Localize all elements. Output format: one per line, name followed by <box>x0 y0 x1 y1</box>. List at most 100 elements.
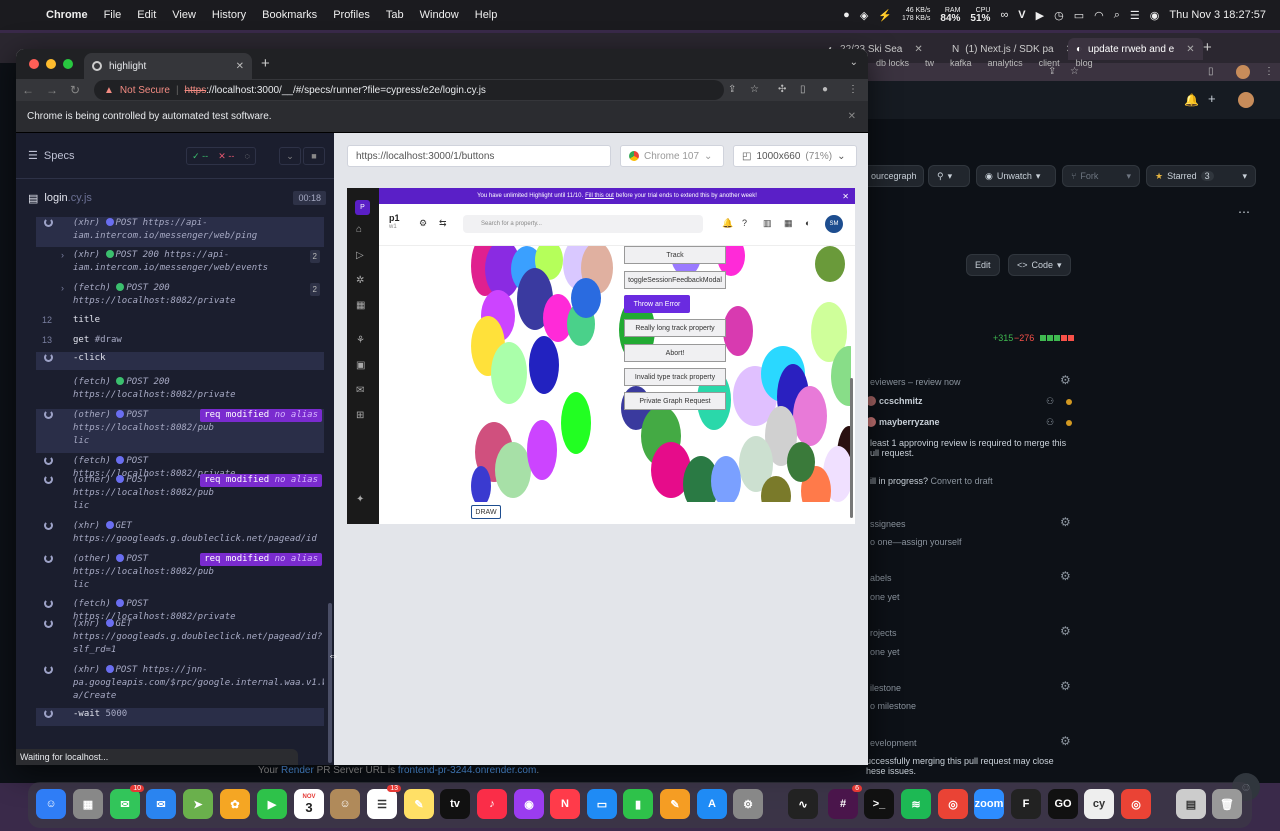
reviewers-heading[interactable]: eviewers – review now <box>870 377 961 387</box>
bookmark-kafka[interactable]: kafka <box>950 58 972 68</box>
command-row[interactable]: (other) POST https://localhost:8082/pub l… <box>36 553 324 597</box>
request-review-icon[interactable]: ⚇ <box>1046 396 1054 407</box>
network-stats[interactable]: 46 KB/s 178 KB/s <box>902 7 930 23</box>
command-row[interactable]: (xhr) GET https://googleads.g.doubleclic… <box>36 618 324 662</box>
command-row[interactable]: -click <box>36 352 324 370</box>
tab-search-icon[interactable]: ⌄ <box>850 57 858 68</box>
expand-caret-icon[interactable]: › <box>61 282 64 295</box>
back-icon[interactable]: ← <box>16 83 40 97</box>
home-icon[interactable]: ⌂ <box>356 224 362 235</box>
development-heading[interactable]: evelopment <box>870 738 917 748</box>
command-row[interactable]: 12 title <box>36 314 324 330</box>
extensions-icon[interactable]: ✣ <box>778 84 786 95</box>
gear-icon[interactable]: ⚙ <box>1060 373 1071 387</box>
edit-button[interactable]: Edit <box>966 254 1000 276</box>
user-avatar[interactable]: SM <box>825 215 843 233</box>
gear-icon[interactable]: ⚙ <box>1060 569 1071 583</box>
close-infobar-icon[interactable]: ✕ <box>848 111 856 122</box>
launchpad-icon[interactable]: ▦ <box>73 789 103 819</box>
chrome-icon[interactable]: ◎ <box>938 789 968 819</box>
podcasts-icon[interactable]: ◉ <box>514 789 544 819</box>
app-button-track[interactable]: Track <box>624 246 726 264</box>
sidebar-icon[interactable]: ▯ <box>800 84 806 95</box>
bookmark-db-locks[interactable]: db locks <box>876 58 909 68</box>
contacts-icon[interactable]: ☺ <box>330 789 360 819</box>
app-store-icon[interactable]: A <box>697 789 727 819</box>
spec-file-header[interactable]: ▤ login.cy.js 00:18 <box>16 179 334 217</box>
music-icon[interactable]: ♪ <box>477 789 507 819</box>
share-icon[interactable]: ⇪ <box>728 84 736 95</box>
numbers-icon[interactable]: ▮ <box>623 789 653 819</box>
gear-icon[interactable]: ⚙ <box>1060 624 1071 638</box>
dark-mode-icon[interactable]: ◐ <box>805 218 810 228</box>
battery-icon[interactable]: ▭ <box>1074 9 1084 22</box>
command-row[interactable]: (fetch) POST https://localhost:8082/priv… <box>36 455 324 479</box>
sparkle-icon[interactable]: ✦ <box>356 494 364 505</box>
maps-icon[interactable]: ➤ <box>183 789 213 819</box>
request-review-icon[interactable]: ⚇ <box>1046 417 1054 428</box>
address-bar[interactable]: ▲ Not Secure | https://localhost:3000/__… <box>94 80 724 100</box>
command-row[interactable]: (xhr) POST https://api-iam.intercom.io/m… <box>36 217 324 247</box>
command-row[interactable]: 13 get #draw <box>36 334 324 350</box>
app-button-abort-[interactable]: Abort! <box>624 344 726 362</box>
assignees-value[interactable]: o one—assign yourself <box>870 537 962 547</box>
calendar-icon[interactable]: NOV 3 <box>294 789 324 819</box>
search-icon[interactable]: ⌕ <box>1114 9 1120 22</box>
app-scrollbar[interactable] <box>850 378 853 518</box>
fill-this-out-link[interactable]: Fill this out <box>585 193 614 199</box>
close-banner-icon[interactable]: ✕ <box>842 192 849 201</box>
bell-icon[interactable]: 🔔 <box>1184 93 1199 107</box>
gear-icon[interactable]: ⚙ <box>1060 679 1071 693</box>
bookmark-star-icon[interactable]: ☆ <box>750 84 759 95</box>
app-logo[interactable]: P <box>355 200 370 215</box>
tab-highlight[interactable]: highlight ✕ <box>84 53 252 79</box>
app-button-invalid-type-track-property[interactable]: Invalid type track property <box>624 368 726 386</box>
command-row[interactable]: (fetch) POST https://localhost:8082/priv… <box>36 598 324 622</box>
menu-profiles[interactable]: Profiles <box>325 9 378 21</box>
menu-edit[interactable]: Edit <box>129 9 164 21</box>
spotify-icon[interactable]: ≋ <box>901 789 931 819</box>
gear-icon[interactable]: ⚙ <box>1060 515 1071 529</box>
reminders-icon[interactable]: ☰ 13 <box>367 785 401 819</box>
news-icon[interactable]: N <box>550 789 580 819</box>
reviewer-mayberryzane[interactable]: mayberryzane <box>866 417 940 427</box>
bookmark-tw[interactable]: tw <box>925 58 934 68</box>
ram-stat[interactable]: RAM 84% <box>940 7 960 24</box>
reload-icon[interactable]: ↻ <box>64 83 86 97</box>
command-row[interactable]: (other) POST https://localhost:8082/pub l… <box>36 474 324 518</box>
bolt-icon[interactable]: ⚡ <box>878 9 892 22</box>
zoom-window-button[interactable] <box>63 59 73 69</box>
calendar-icon[interactable]: ▦ <box>784 218 793 229</box>
command-row[interactable]: -wait 5000 <box>36 708 324 726</box>
clock-icon[interactable]: ◷ <box>1054 9 1064 22</box>
bookmark-analytics[interactable]: analytics <box>988 58 1023 68</box>
reviewer-ccschmitz[interactable]: ccschmitz <box>866 396 923 406</box>
control-center-icon[interactable]: ☰ <box>1130 9 1140 22</box>
command-row[interactable]: (fetch) POST 200 https://localhost:8082/… <box>36 376 324 406</box>
close-window-button[interactable] <box>29 59 39 69</box>
render-link[interactable]: Render <box>281 765 314 776</box>
cpu-stat[interactable]: CPU 51% <box>970 7 990 24</box>
app-button-throw-an-error[interactable]: Throw an Error <box>624 295 690 313</box>
slack-icon[interactable]: #6 <box>828 785 862 819</box>
figma-icon[interactable]: F <box>1011 789 1041 819</box>
terminal-icon[interactable]: >_ <box>864 789 894 819</box>
render-url-link[interactable]: frontend-pr-3244.onrender.com <box>398 765 536 776</box>
pin-button[interactable]: ⚲ ▾ <box>928 165 970 187</box>
gear-icon[interactable]: ⚙ <box>1060 734 1071 748</box>
command-row[interactable]: (xhr) GET https://googleads.g.doubleclic… <box>36 520 324 550</box>
mail-icon[interactable]: ✉ <box>146 789 176 819</box>
play-icon[interactable]: ▶ <box>1036 9 1044 22</box>
convert-to-draft-link[interactable]: Convert to draft <box>931 476 993 486</box>
bell-icon[interactable]: 🔔 <box>722 218 733 229</box>
close-tab-icon[interactable]: ✕ <box>236 61 244 72</box>
unwatch-button[interactable]: ◉ Unwatch ▾ <box>976 165 1056 187</box>
github-avatar[interactable] <box>1238 92 1254 108</box>
trash-icon[interactable]: 🗑 <box>1212 789 1242 819</box>
command-row[interactable]: (xhr) POST https://jnn- pa.googleapis.co… <box>36 664 324 708</box>
specs-title[interactable]: Specs <box>44 150 75 162</box>
downloads-icon[interactable]: ▤ <box>1176 789 1206 819</box>
starred-button[interactable]: ★ Starred 3 ▾ <box>1146 165 1256 187</box>
sourcegraph-button[interactable]: ourcegraph <box>862 165 924 187</box>
app-button-really-long-track-property[interactable]: Really long track property <box>624 319 726 337</box>
